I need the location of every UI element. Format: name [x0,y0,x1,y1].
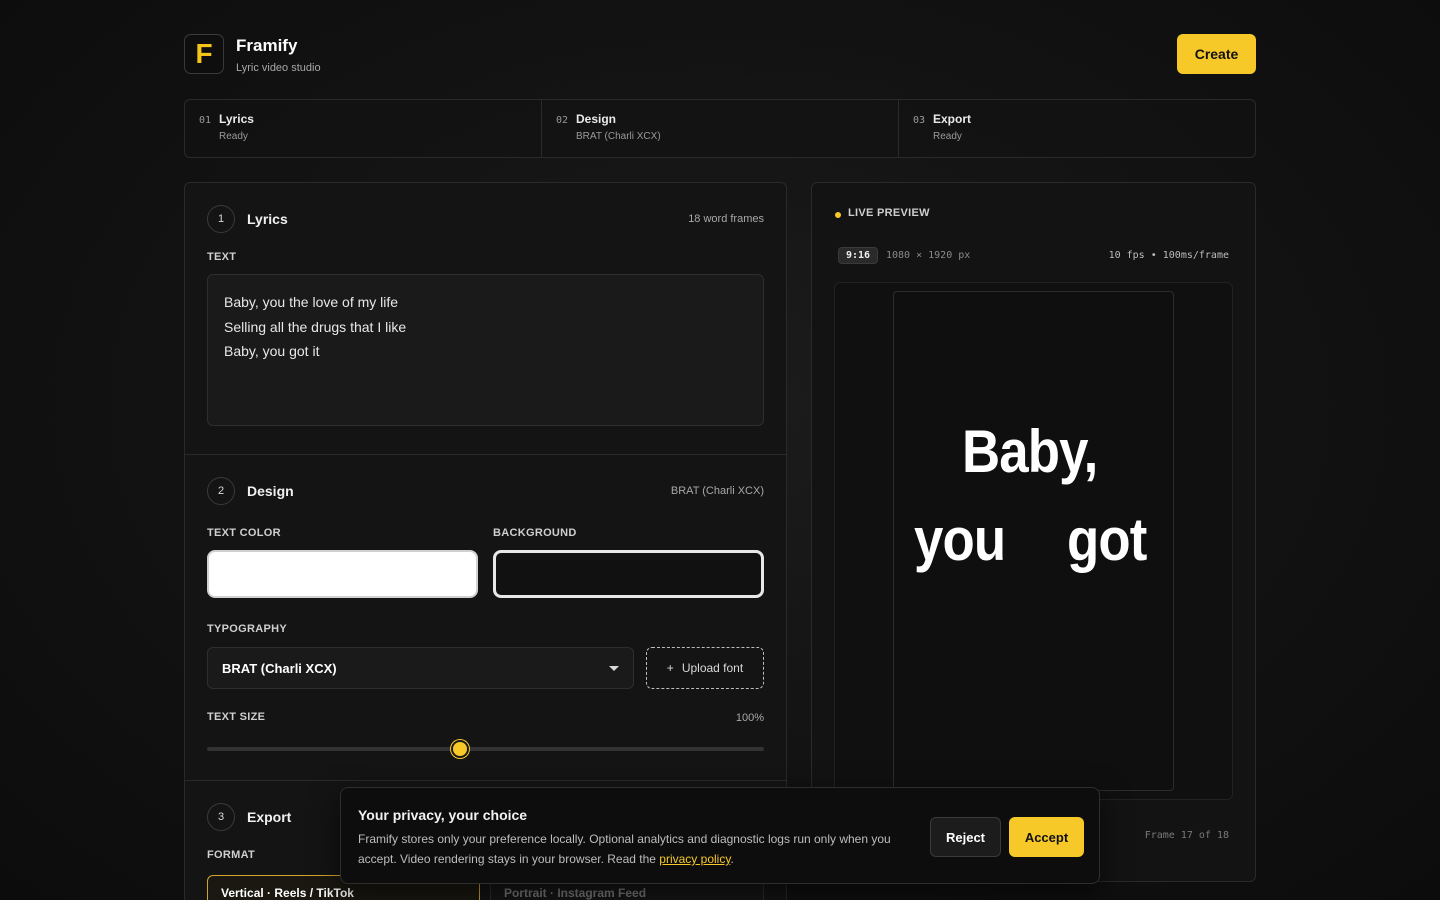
text-color-label: TEXT COLOR [207,527,281,539]
cookie-body-text: Framify stores only your preference loca… [358,832,891,866]
step-number: 03 [913,115,926,126]
text-size-slider-thumb[interactable] [451,740,470,758]
canvas-dimensions: 1080 × 1920 px [886,250,971,261]
step-number: 02 [556,115,569,126]
background-label: BACKGROUND [493,527,577,539]
step-title: Design [576,112,617,126]
lyrics-textarea[interactable]: Baby, you the love of my life Selling al… [207,274,764,426]
aspect-ratio-badge: 9:16 [838,247,879,264]
font-select-value: BRAT (Charli XCX) [222,661,337,676]
accept-button[interactable]: Accept [1009,817,1084,857]
step-design[interactable]: 02 Design BRAT (Charli XCX) [542,100,899,157]
step-status: Ready [219,131,248,142]
lyrics-line: Baby, you the love of my life [224,294,399,310]
section-divider [185,780,786,781]
create-button[interactable]: Create [1177,34,1256,74]
upload-font-label: Upload font [681,661,744,675]
preview-panel: LIVE PREVIEW 9:16 1080 × 1920 px 10 fps … [811,182,1256,882]
step-lyrics[interactable]: 01 Lyrics Ready [185,100,542,157]
brand-name: Framify [236,36,298,55]
privacy-policy-link[interactable]: privacy policy [659,852,730,866]
word-frame-count: 18 word frames [688,213,764,225]
cookie-body-end: . [730,852,734,866]
reject-button[interactable]: Reject [930,817,1001,857]
step-title: Export [933,112,972,126]
upload-font-button[interactable]: + Upload font [646,647,764,689]
section-divider [185,454,786,455]
cookie-title: Your privacy, your choice [358,807,528,823]
font-select[interactable]: BRAT (Charli XCX) [207,647,634,689]
step-title: Lyrics [219,112,254,126]
format-label: FORMAT [207,849,256,861]
format-option-label: Portrait · Instagram Feed [504,886,647,900]
step-number: 01 [199,115,212,126]
preview-stage: Baby, you got [834,282,1233,800]
text-size-label: TEXT SIZE [207,711,266,723]
preview-canvas: Baby, you got [893,291,1174,791]
chevron-down-icon [609,666,619,671]
section-number: 2 [207,477,235,505]
lyrics-line: Selling all the drugs that I like [224,318,407,335]
live-preview-label: LIVE PREVIEW [848,207,930,219]
section-number: 1 [207,205,235,233]
format-option-label: Vertical · Reels / TikTok [221,886,354,900]
step-progress: 01 Lyrics Ready 02 Design BRAT (Charli X… [184,99,1256,158]
section-number: 3 [207,803,235,831]
text-label: TEXT [207,251,237,263]
text-color-swatch[interactable] [207,550,478,598]
background-color-swatch[interactable] [493,550,764,598]
plus-icon: + [666,661,674,675]
cookie-body: Framify stores only your preference loca… [358,829,918,869]
fps-info: 10 fps • 100ms/frame [1108,250,1229,261]
lyrics-line: Baby, you got it [224,343,320,359]
cookie-consent-banner: Your privacy, your choice Framify stores… [340,787,1100,884]
frame-counter: Frame 17 of 18 [1144,830,1229,841]
step-status: Ready [933,131,962,142]
framify-logo-icon: F [184,34,224,74]
live-indicator-icon [835,212,841,218]
text-size-value: 100% [735,712,764,724]
lyrics-section-title: Lyrics [247,211,288,227]
typography-label: TYPOGRAPHY [207,623,288,635]
export-section-title: Export [247,809,292,825]
design-preset-name: BRAT (Charli XCX) [670,485,764,497]
brand-tagline: Lyric video studio [236,62,321,74]
preview-word: got [1067,506,1147,573]
step-status: BRAT (Charli XCX) [576,131,661,142]
design-section-title: Design [247,483,294,499]
app-header: F Framify Lyric video studio Create [184,34,1256,76]
preview-word: you [914,506,1006,573]
preview-word: Baby, [962,418,1098,485]
text-size-slider-track[interactable] [207,747,764,751]
step-export[interactable]: 03 Export Ready [899,100,1255,157]
